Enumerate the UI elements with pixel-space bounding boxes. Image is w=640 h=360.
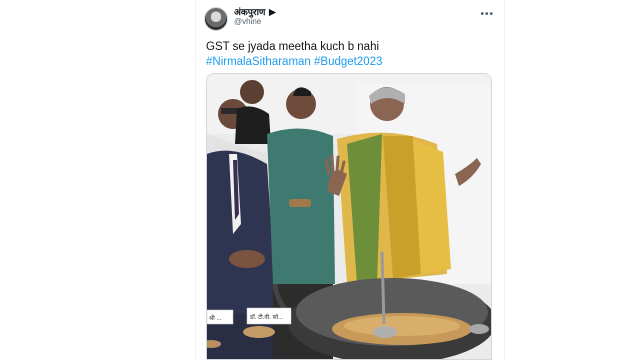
name-row: अंकपुराण — [234, 7, 277, 17]
photo-illustration: श्री ... डॉ. टी.वी. सो... — [207, 74, 491, 359]
avatar[interactable] — [204, 7, 228, 31]
name-card-right: डॉ. टी.वी. सो... — [249, 313, 284, 321]
tweet-body: GST se jyada meetha kuch b nahi — [206, 41, 380, 53]
display-name[interactable]: अंकपुराण — [234, 7, 265, 17]
verified-badge-icon — [269, 8, 277, 16]
tweet-card[interactable]: अंकपुराण @vhine ••• GST se jyada meetha … — [195, 0, 505, 360]
tweet-header: अंकपुराण @vhine ••• — [204, 7, 498, 33]
tweet-text: GST se jyada meetha kuch b nahi #Nirmala… — [206, 40, 498, 70]
tweet-photo[interactable]: श्री ... डॉ. टी.वी. सो... — [206, 73, 492, 360]
name-card-left: श्री ... — [209, 314, 222, 322]
tweet-hashtags[interactable]: #NirmalaSitharaman #Budget2023 — [206, 55, 498, 70]
page: अंकपुराण @vhine ••• GST se jyada meetha … — [0, 0, 640, 360]
author-names: अंकपुराण @vhine — [234, 7, 277, 27]
more-options-icon[interactable]: ••• — [480, 9, 494, 20]
user-handle[interactable]: @vhine — [234, 17, 277, 26]
